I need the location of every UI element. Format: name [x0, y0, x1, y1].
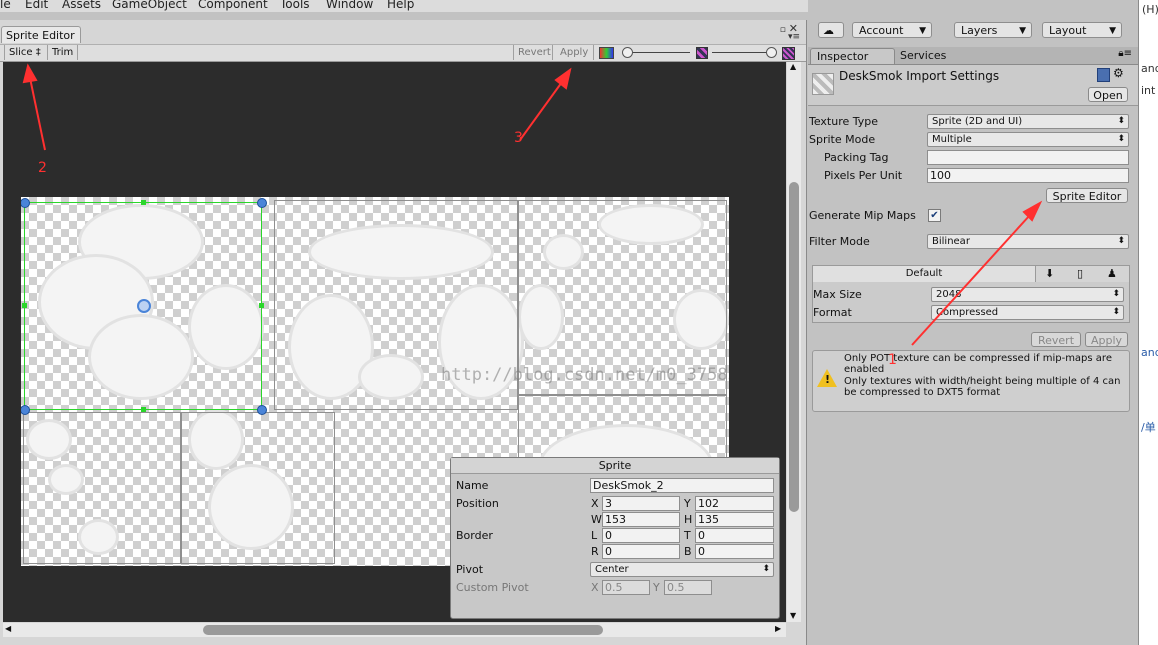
annotation-arrows [22, 63, 1043, 346]
arrow-1-head [1022, 200, 1043, 222]
annotation-3: 3 [514, 130, 523, 146]
arrow-1-line [911, 214, 1031, 346]
annotation-2: 2 [38, 160, 47, 176]
arrow-3-head [554, 67, 572, 90]
arrow-2-line [29, 77, 46, 151]
arrow-3-line [519, 81, 563, 141]
arrow-2-head [22, 63, 38, 84]
annotation-1: 1 [888, 352, 897, 368]
